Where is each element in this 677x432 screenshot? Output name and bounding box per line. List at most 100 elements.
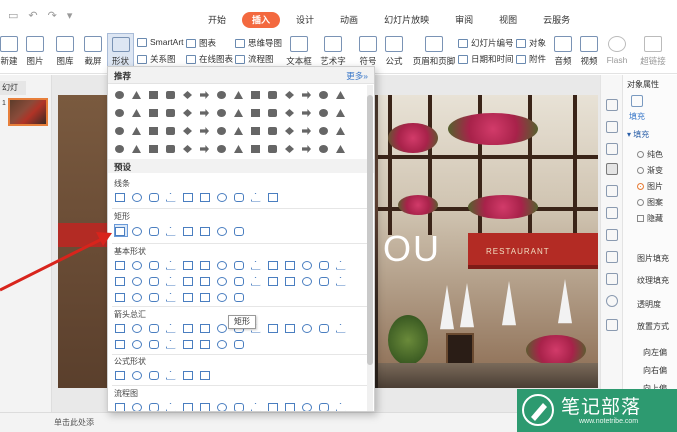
shape-option[interactable]	[299, 88, 314, 102]
dropdown-icon[interactable]: ▾	[67, 9, 73, 22]
shape-option[interactable]	[163, 274, 178, 288]
shape-option[interactable]	[214, 274, 229, 288]
shape-option[interactable]	[197, 258, 212, 272]
shape-option[interactable]	[180, 142, 195, 156]
datetime-button[interactable]: 日期和时间	[458, 53, 514, 65]
shape-option[interactable]	[146, 88, 161, 102]
shape-option[interactable]	[299, 321, 314, 335]
tab-design[interactable]: 设计	[286, 12, 324, 28]
fill-option-gradient[interactable]: 渐变	[637, 165, 663, 176]
shape-option[interactable]	[197, 274, 212, 288]
shape-option[interactable]	[333, 258, 348, 272]
shape-option[interactable]	[231, 224, 246, 238]
shape-option[interactable]	[129, 190, 144, 204]
header-footer-button[interactable]: 页眉和页脚	[412, 30, 456, 67]
shape-option[interactable]	[129, 142, 144, 156]
shape-option[interactable]	[163, 321, 178, 335]
shape-option[interactable]	[197, 124, 212, 138]
shape-option[interactable]	[231, 142, 246, 156]
radio-picture[interactable]	[637, 183, 644, 190]
dropdown-scrollbar[interactable]	[367, 85, 373, 411]
shape-option[interactable]	[197, 321, 212, 335]
shape-option[interactable]	[231, 106, 246, 120]
shape-option[interactable]	[146, 190, 161, 204]
shape-option[interactable]	[146, 106, 161, 120]
shape-option[interactable]	[129, 258, 144, 272]
shape-option[interactable]	[282, 400, 297, 411]
slide-thumbnail[interactable]	[8, 98, 48, 126]
shape-option[interactable]	[333, 106, 348, 120]
shape-option[interactable]	[214, 124, 229, 138]
shape-option[interactable]	[265, 124, 280, 138]
shape-option[interactable]	[180, 290, 195, 304]
shape-option[interactable]	[163, 290, 178, 304]
shape-option[interactable]	[180, 274, 195, 288]
shape-option[interactable]	[146, 224, 161, 238]
tab-view[interactable]: 视图	[489, 12, 527, 28]
shape-option[interactable]	[282, 88, 297, 102]
history-icon[interactable]	[606, 273, 618, 285]
new-slide-button[interactable]: 新建	[0, 30, 18, 67]
shape-option[interactable]	[197, 224, 212, 238]
slide-number-button[interactable]: 幻灯片编号	[458, 37, 514, 49]
shape-option[interactable]	[129, 224, 144, 238]
shape-option[interactable]	[231, 258, 246, 272]
shape-option[interactable]	[180, 321, 195, 335]
shape-option[interactable]	[112, 274, 127, 288]
more-link[interactable]: 更多»	[346, 70, 368, 82]
audio-button[interactable]: 音频	[552, 30, 574, 67]
shape-option[interactable]	[248, 258, 263, 272]
notes-placeholder[interactable]: 单击此处添	[54, 417, 94, 428]
shape-option[interactable]	[265, 106, 280, 120]
shape-option[interactable]	[282, 124, 297, 138]
shape-option[interactable]	[112, 124, 127, 138]
shape-option[interactable]	[180, 400, 195, 411]
shape-option[interactable]	[129, 337, 144, 351]
shape-option[interactable]	[214, 224, 229, 238]
shape-option[interactable]	[163, 224, 178, 238]
shape-option[interactable]	[112, 224, 127, 238]
shape-option[interactable]	[112, 368, 127, 382]
shape-option[interactable]	[163, 106, 178, 120]
shape-option[interactable]	[299, 142, 314, 156]
tab-cloud[interactable]: 云服务	[533, 12, 580, 28]
shape-option[interactable]	[316, 124, 331, 138]
shape-option[interactable]	[146, 124, 161, 138]
shape-option[interactable]	[129, 124, 144, 138]
shape-option[interactable]	[316, 321, 331, 335]
properties-icon[interactable]	[606, 163, 618, 175]
shape-option[interactable]	[129, 274, 144, 288]
tab-slideshow[interactable]: 幻灯片放映	[374, 12, 439, 28]
shape-option[interactable]	[112, 337, 127, 351]
wordart-button[interactable]: 艺术字	[318, 30, 348, 67]
fill-bucket-icon[interactable]	[631, 95, 643, 107]
shape-option[interactable]	[129, 106, 144, 120]
shape-option[interactable]	[146, 368, 161, 382]
shape-option[interactable]	[146, 258, 161, 272]
online-chart-button[interactable]: 在线图表	[186, 53, 233, 65]
shape-option[interactable]	[112, 258, 127, 272]
shape-option[interactable]	[214, 190, 229, 204]
shape-option[interactable]	[282, 274, 297, 288]
shape-option[interactable]	[163, 400, 178, 411]
shape-option[interactable]	[299, 274, 314, 288]
radio-pattern[interactable]	[637, 199, 644, 206]
shape-option[interactable]	[197, 368, 212, 382]
fill-option-solid[interactable]: 纯色	[637, 149, 663, 160]
shape-option[interactable]	[299, 124, 314, 138]
shape-option[interactable]	[163, 258, 178, 272]
flowchart-button[interactable]: 流程图	[235, 53, 274, 65]
shape-option[interactable]	[112, 290, 127, 304]
shape-option[interactable]	[180, 337, 195, 351]
shape-option[interactable]	[316, 258, 331, 272]
attachment-button[interactable]: 附件	[516, 53, 546, 65]
shape-option[interactable]	[248, 124, 263, 138]
shape-option[interactable]	[163, 190, 178, 204]
shape-option[interactable]	[180, 190, 195, 204]
fill-section-header[interactable]: ▾ 填充	[627, 129, 649, 140]
grid-icon[interactable]	[606, 319, 618, 331]
shape-option[interactable]	[316, 400, 331, 411]
flash-button[interactable]: Flash	[604, 30, 630, 65]
shape-option[interactable]	[282, 106, 297, 120]
gallery-button[interactable]: 图库	[52, 30, 78, 67]
